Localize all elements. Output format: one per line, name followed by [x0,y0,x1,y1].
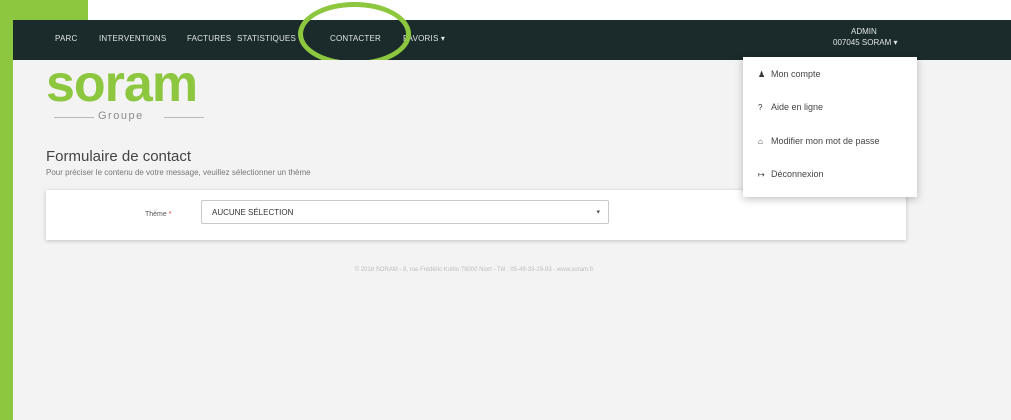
help-icon: ? [758,103,763,112]
menu-item-modifier-mdp[interactable]: ⌂ Modifier mon mot de passe [758,136,880,146]
logo-wordmark: soram [46,55,198,113]
menu-item-label: Aide en ligne [771,102,824,112]
user-dropdown-menu: ♟ Mon compte ? Aide en ligne ⌂ Modifier mon… [743,57,917,197]
theme-label-text: Thème [145,211,167,218]
menu-item-deconnexion[interactable]: ↦ Déconnexion [758,169,824,179]
user-icon: ♟ [758,70,766,79]
left-accent-bar [0,0,13,420]
user-role: ADMIN [851,27,877,36]
logo-rule-left [54,117,94,118]
theme-select-value: AUCUNE SÉLECTION [212,208,294,217]
top-accent-tab [0,0,88,20]
lock-icon: ⌂ [758,137,763,146]
page-subtitle: Pour préciser le contenu de votre messag… [46,168,311,177]
menu-item-aide[interactable]: ? Aide en ligne [758,102,823,112]
nav-favoris[interactable]: FAVORIS ▾ [403,34,445,43]
nav-interventions[interactable]: INTERVENTIONS [99,34,166,43]
menu-item-label: Déconnexion [771,169,824,179]
nav-parc[interactable]: PARC [55,34,77,43]
user-menu-toggle[interactable]: ADMIN 007045 SORAM ▾ [833,26,898,48]
logo-subtitle: Groupe [98,110,144,122]
menu-item-mon-compte[interactable]: ♟ Mon compte [758,69,821,79]
theme-select[interactable]: AUCUNE SÉLECTION ▾ [201,200,609,224]
menu-item-label: Modifier mon mot de passe [771,136,880,146]
footer-text: © 2018 SORAM - 8, rue Frédéric Kuhlo 790… [354,267,594,273]
page-title: Formulaire de contact [46,148,192,165]
theme-label: Thème * [145,211,171,218]
contact-form-card: Thème * AUCUNE SÉLECTION ▾ [46,190,906,240]
nav-contacter[interactable]: CONTACTER [330,34,381,43]
logo-rule-right [164,117,204,118]
logout-icon: ↦ [758,170,765,179]
required-marker: * [168,211,172,218]
chevron-down-icon: ▾ [596,209,600,216]
soram-logo: soram Groupe [46,55,224,130]
nav-factures[interactable]: FACTURES [187,34,231,43]
nav-statistiques[interactable]: STATISTIQUES [237,34,296,43]
menu-item-label: Mon compte [771,69,821,79]
user-account: 007045 SORAM ▾ [833,38,898,47]
